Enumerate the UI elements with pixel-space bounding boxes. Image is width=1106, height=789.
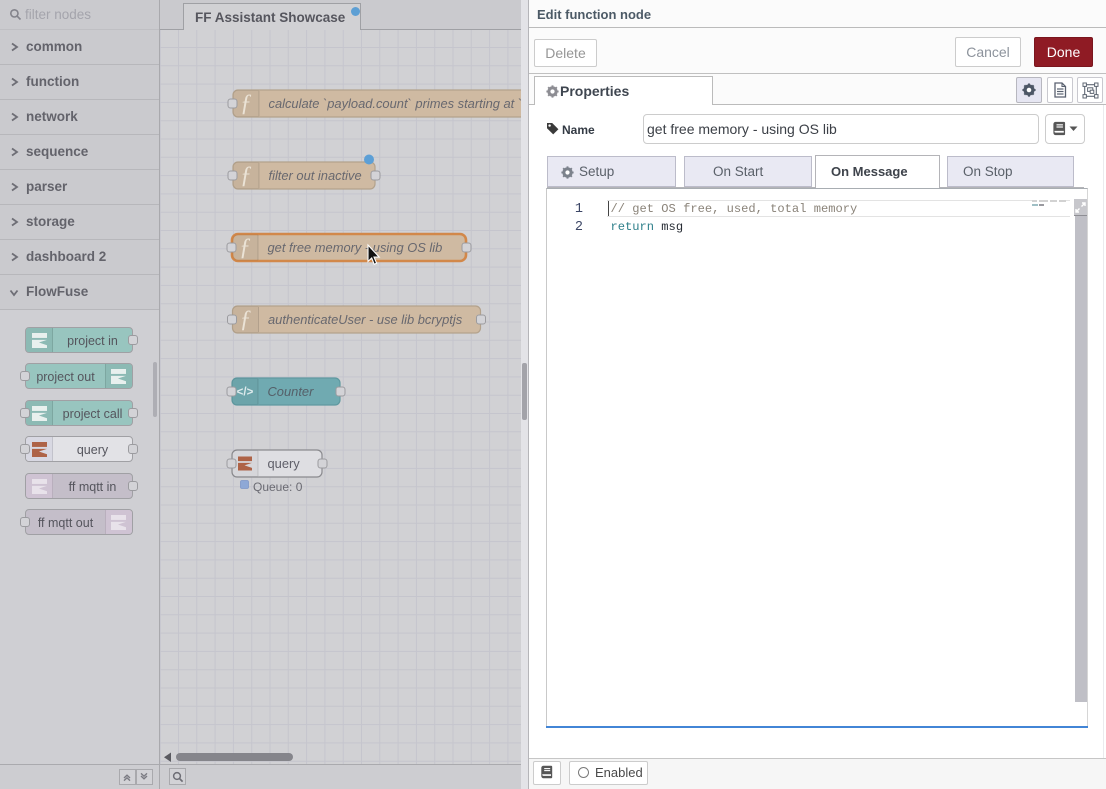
svg-text:ƒ: ƒ bbox=[239, 235, 251, 261]
svg-text:</>: </> bbox=[237, 386, 254, 398]
svg-text:ƒ: ƒ bbox=[240, 307, 252, 333]
svg-text:get free memory - using OS lib: get free memory - using OS lib bbox=[268, 240, 443, 255]
svg-text:Queue: 0: Queue: 0 bbox=[253, 480, 303, 494]
svg-text:ƒ: ƒ bbox=[240, 91, 252, 117]
svg-text:filter out inactive: filter out inactive bbox=[269, 168, 362, 183]
svg-text:Counter: Counter bbox=[268, 384, 315, 399]
svg-text:query: query bbox=[268, 456, 301, 471]
svg-text:calculate `payload.count` prim: calculate `payload.count` primes startin… bbox=[269, 96, 522, 111]
svg-text:authenticateUser - use lib bcr: authenticateUser - use lib bcryptjs bbox=[268, 312, 463, 327]
svg-text:ƒ: ƒ bbox=[240, 163, 252, 189]
